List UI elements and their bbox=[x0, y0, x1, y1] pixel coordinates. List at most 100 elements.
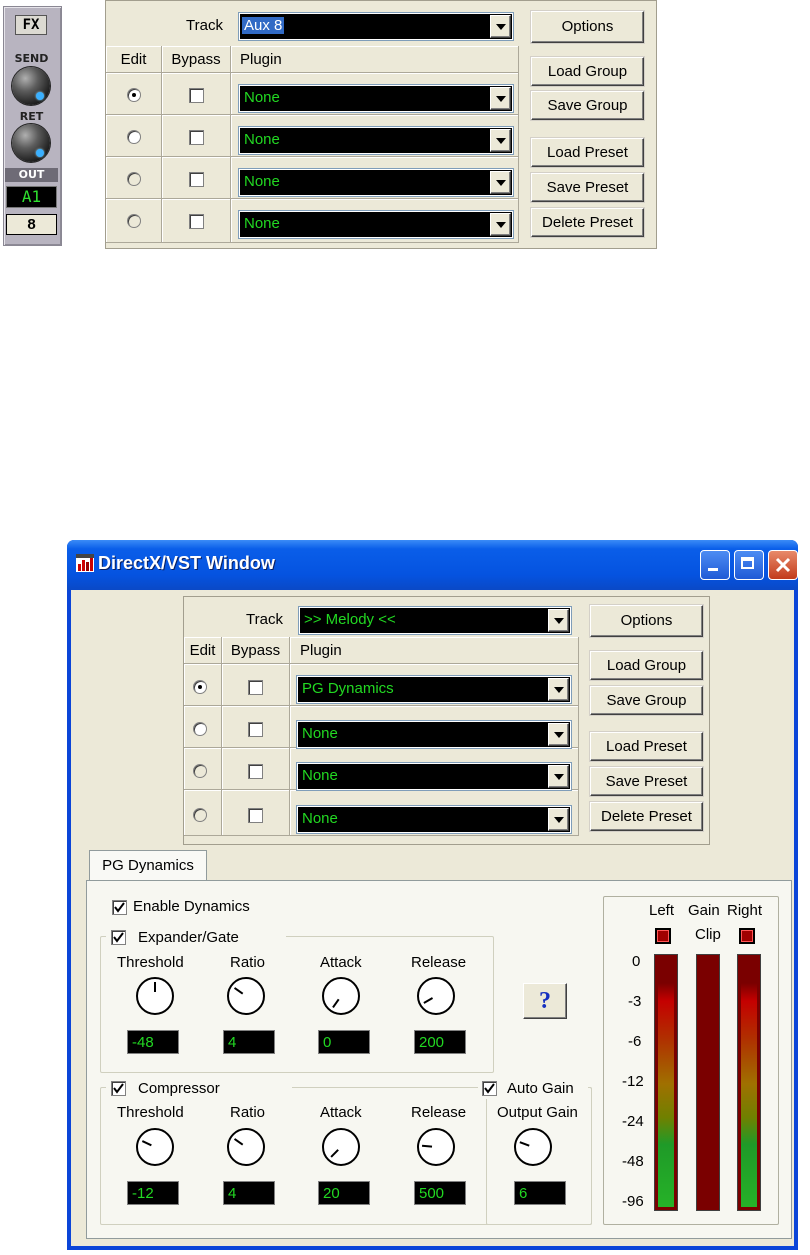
comp-ratio-knob[interactable] bbox=[227, 1128, 265, 1166]
left-meter bbox=[654, 954, 678, 1211]
auto-gain-checkbox[interactable] bbox=[482, 1081, 497, 1096]
plugin-select-4[interactable]: None bbox=[239, 211, 513, 238]
question-icon: ? bbox=[539, 988, 551, 1014]
close-icon bbox=[775, 557, 791, 573]
plugin-select-2[interactable]: None bbox=[297, 721, 571, 748]
send-label: SEND bbox=[14, 52, 49, 65]
load-preset-button[interactable]: Load Preset bbox=[590, 732, 703, 761]
fx-button[interactable]: FX bbox=[15, 15, 47, 35]
delete-preset-button[interactable]: Delete Preset bbox=[590, 802, 703, 831]
bypass-checkbox-2[interactable] bbox=[248, 722, 263, 737]
output-gain-value[interactable]: 6 bbox=[514, 1181, 566, 1205]
edit-radio-2[interactable] bbox=[127, 130, 141, 144]
exp-ratio-value[interactable]: 4 bbox=[223, 1030, 275, 1054]
maximize-button[interactable] bbox=[734, 550, 764, 580]
track-select[interactable]: Aux 8 bbox=[239, 13, 513, 40]
minimize-button[interactable] bbox=[700, 550, 730, 580]
left-clip-indicator bbox=[655, 928, 671, 944]
out-label: OUT bbox=[5, 168, 58, 182]
save-group-button[interactable]: Save Group bbox=[531, 91, 644, 120]
app-icon bbox=[76, 552, 94, 574]
plugin-select-1[interactable]: None bbox=[239, 85, 513, 112]
chevron-down-icon[interactable] bbox=[548, 765, 569, 788]
edit-header: Edit bbox=[189, 642, 216, 659]
minimize-icon bbox=[708, 568, 718, 571]
bypass-checkbox-4[interactable] bbox=[248, 808, 263, 823]
output-gain-knob[interactable] bbox=[514, 1128, 552, 1166]
check-icon bbox=[114, 902, 125, 913]
expander-gate-label: Expander/Gate bbox=[138, 929, 239, 946]
exp-ratio-knob[interactable] bbox=[227, 977, 265, 1015]
chevron-down-icon[interactable] bbox=[490, 213, 511, 236]
chevron-down-icon[interactable] bbox=[490, 15, 511, 38]
plugin-select-4[interactable]: None bbox=[297, 806, 571, 833]
bypass-checkbox-3[interactable] bbox=[189, 172, 204, 187]
plugin-select-1[interactable]: PG Dynamics bbox=[297, 676, 571, 703]
output-selector[interactable]: A1 bbox=[6, 186, 57, 208]
bypass-checkbox-1[interactable] bbox=[248, 680, 263, 695]
scale-label: -96 bbox=[622, 1193, 644, 1210]
load-preset-button[interactable]: Load Preset bbox=[531, 138, 644, 167]
delete-preset-button[interactable]: Delete Preset bbox=[531, 208, 644, 237]
chevron-down-icon[interactable] bbox=[548, 808, 569, 831]
exp-release-knob[interactable] bbox=[417, 977, 455, 1015]
save-group-button[interactable]: Save Group bbox=[590, 686, 703, 715]
comp-ratio-value[interactable]: 4 bbox=[223, 1181, 275, 1205]
chevron-down-icon[interactable] bbox=[490, 129, 511, 152]
edit-radio-4[interactable] bbox=[127, 214, 141, 228]
load-group-button[interactable]: Load Group bbox=[531, 57, 644, 86]
comp-release-value[interactable]: 500 bbox=[414, 1181, 466, 1205]
check-icon bbox=[484, 1083, 495, 1094]
chevron-down-icon[interactable] bbox=[490, 171, 511, 194]
chevron-down-icon[interactable] bbox=[548, 678, 569, 701]
bypass-checkbox-4[interactable] bbox=[189, 214, 204, 229]
chevron-down-icon[interactable] bbox=[548, 723, 569, 746]
tab-pg-dynamics[interactable]: PG Dynamics bbox=[89, 850, 207, 881]
comp-release-knob[interactable] bbox=[417, 1128, 455, 1166]
close-button[interactable] bbox=[768, 550, 798, 580]
track-value: Aux 8 bbox=[242, 17, 285, 34]
edit-radio-2[interactable] bbox=[193, 722, 207, 736]
comp-attack-value[interactable]: 20 bbox=[318, 1181, 370, 1205]
check-icon bbox=[113, 932, 124, 943]
save-preset-button[interactable]: Save Preset bbox=[590, 767, 703, 796]
exp-attack-value[interactable]: 0 bbox=[318, 1030, 370, 1054]
edit-radio-3[interactable] bbox=[193, 764, 207, 778]
edit-radio-4[interactable] bbox=[193, 808, 207, 822]
options-button[interactable]: Options bbox=[590, 605, 703, 637]
exp-threshold-knob[interactable] bbox=[136, 977, 174, 1015]
track-select[interactable]: >> Melody << bbox=[299, 607, 571, 634]
comp-threshold-knob[interactable] bbox=[136, 1128, 174, 1166]
comp-attack-knob[interactable] bbox=[322, 1128, 360, 1166]
meter-right-label: Right bbox=[727, 902, 763, 919]
return-knob[interactable] bbox=[12, 124, 50, 162]
bypass-checkbox-3[interactable] bbox=[248, 764, 263, 779]
options-button[interactable]: Options bbox=[531, 11, 644, 43]
plugin-header: Plugin bbox=[300, 642, 342, 659]
edit-radio-3[interactable] bbox=[127, 172, 141, 186]
exp-attack-knob[interactable] bbox=[322, 977, 360, 1015]
comp-threshold-value[interactable]: -12 bbox=[127, 1181, 179, 1205]
load-group-button[interactable]: Load Group bbox=[590, 651, 703, 680]
edit-radio-1[interactable] bbox=[127, 88, 141, 102]
bypass-checkbox-1[interactable] bbox=[189, 88, 204, 103]
gain-meter bbox=[696, 954, 720, 1211]
chevron-down-icon[interactable] bbox=[490, 87, 511, 110]
compressor-checkbox[interactable] bbox=[111, 1081, 126, 1096]
save-preset-button[interactable]: Save Preset bbox=[531, 173, 644, 202]
exp-threshold-value[interactable]: -48 bbox=[127, 1030, 179, 1054]
plugin-select-3[interactable]: None bbox=[239, 169, 513, 196]
plugin-value: None bbox=[244, 215, 280, 232]
enable-dynamics-checkbox[interactable] bbox=[112, 900, 127, 915]
chevron-down-icon[interactable] bbox=[548, 609, 569, 632]
right-clip-indicator bbox=[739, 928, 755, 944]
exp-release-value[interactable]: 200 bbox=[414, 1030, 466, 1054]
edit-radio-1[interactable] bbox=[193, 680, 207, 694]
help-button[interactable]: ? bbox=[523, 983, 567, 1019]
send-knob[interactable] bbox=[12, 67, 50, 105]
expander-gate-checkbox[interactable] bbox=[111, 930, 126, 945]
window-title: DirectX/VST Window bbox=[98, 553, 275, 573]
plugin-select-2[interactable]: None bbox=[239, 127, 513, 154]
bypass-checkbox-2[interactable] bbox=[189, 130, 204, 145]
plugin-select-3[interactable]: None bbox=[297, 763, 571, 790]
